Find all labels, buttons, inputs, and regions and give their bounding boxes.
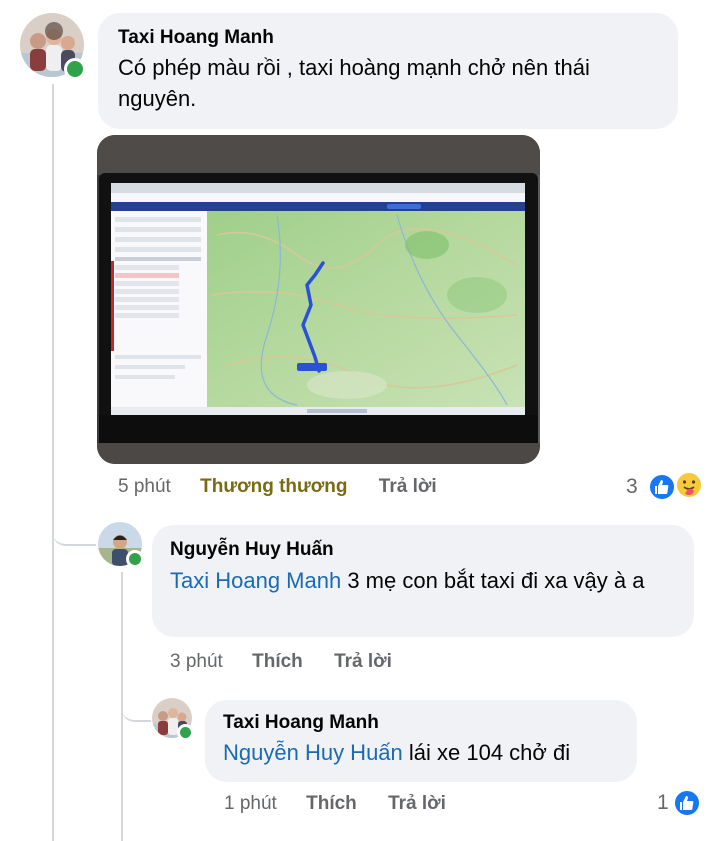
comment-text: Nguyễn Huy Huấn lái xe 104 chở đi [223, 737, 619, 768]
comment-meta: 5 phút Thương thương Trả lời [118, 476, 437, 498]
reply-button[interactable]: Trả lời [379, 476, 437, 497]
care-reaction-icon [674, 470, 704, 500]
comment-text-body: 3 mẹ con bắt taxi đi xa vậy à a [341, 568, 645, 593]
like-button[interactable]: Thích [306, 793, 357, 814]
comment-meta: 3 phút Thích Trả lời [170, 651, 392, 673]
comment-bubble: Taxi Hoang Manh Nguyễn Huy Huấn lái xe 1… [205, 700, 637, 782]
mention-link[interactable]: Nguyễn Huy Huấn [223, 740, 403, 765]
comment-text-body: lái xe 104 chở đi [402, 740, 571, 765]
reaction-count[interactable]: 3 [626, 475, 638, 499]
comment-author[interactable]: Nguyễn Huy Huấn [170, 539, 676, 561]
online-status-icon [126, 550, 144, 568]
reaction-count[interactable]: 1 [657, 791, 669, 815]
online-status-icon [64, 58, 86, 80]
comment-author[interactable]: Taxi Hoang Manh [118, 27, 660, 49]
like-button[interactable]: Thích [252, 651, 303, 672]
comment-time[interactable]: 5 phút [118, 476, 171, 497]
comment-meta: 1 phút Thích Trả lời [224, 793, 446, 815]
thread-curve-reply2 [121, 680, 151, 722]
thread-curve-reply1 [52, 500, 96, 546]
like-reaction-icon [673, 789, 701, 817]
online-status-icon [177, 724, 194, 741]
comment-time[interactable]: 3 phút [170, 651, 223, 672]
mention-link[interactable]: Taxi Hoang Manh [170, 568, 341, 593]
comment-text: Có phép màu rồi , taxi hoàng mạnh chở nê… [118, 55, 590, 111]
comment-bubble: Nguyễn Huy Huấn Taxi Hoang Manh 3 mẹ con… [152, 525, 694, 637]
care-reaction-label[interactable]: Thương thương [200, 476, 347, 497]
reply-button[interactable]: Trả lời [334, 651, 392, 672]
comment-time[interactable]: 1 phút [224, 793, 277, 814]
comment-author[interactable]: Taxi Hoang Manh [223, 712, 619, 734]
reply-button[interactable]: Trả lời [388, 793, 446, 814]
thread-line-main [52, 84, 54, 841]
comment-text: Taxi Hoang Manh 3 mẹ con bắt taxi đi xa … [170, 565, 676, 596]
comment-photo[interactable] [97, 135, 540, 464]
comment-bubble: Taxi Hoang Manh Có phép màu rồi , taxi h… [98, 13, 678, 129]
like-reaction-icon [648, 473, 676, 501]
